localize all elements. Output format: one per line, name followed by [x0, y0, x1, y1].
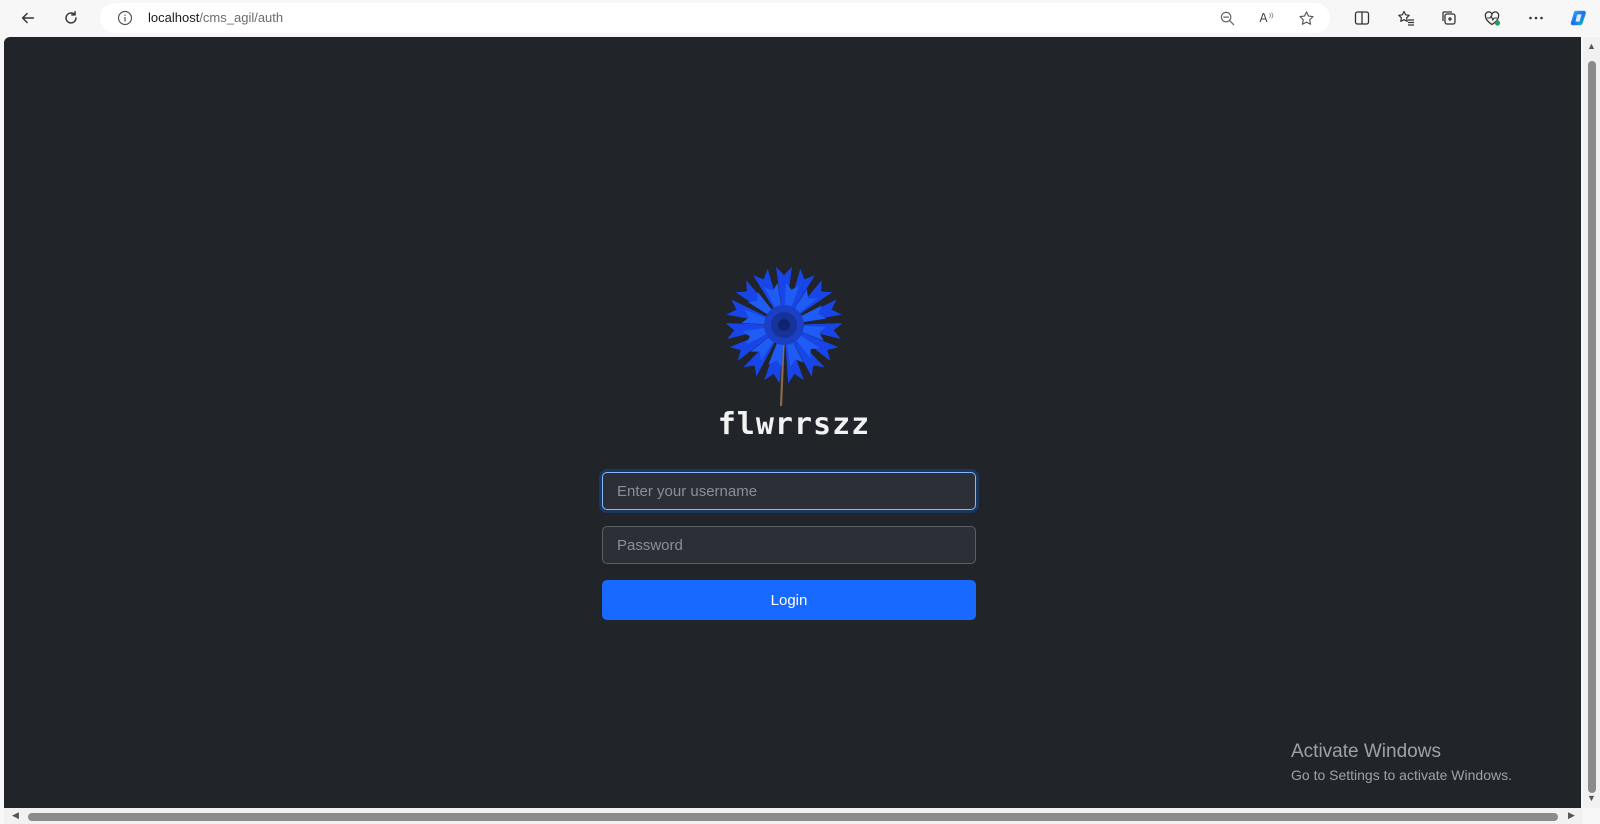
collections-icon[interactable]: [1435, 4, 1463, 32]
username-input[interactable]: [602, 472, 976, 510]
more-icon[interactable]: [1522, 4, 1550, 32]
blue-flower-logo: [725, 267, 843, 407]
star-icon[interactable]: [1296, 8, 1316, 28]
scroll-up-icon[interactable]: ▲: [1586, 41, 1597, 52]
browser-toolbar: localhost/cms_agil/auth A: [0, 0, 1600, 36]
watermark-subtitle: Go to Settings to activate Windows.: [1291, 767, 1512, 783]
brand-name: flwrrszz: [717, 407, 871, 442]
vertical-scroll-thumb[interactable]: [1588, 61, 1596, 793]
watermark-title: Activate Windows: [1291, 741, 1441, 762]
back-arrow-icon[interactable]: [14, 4, 42, 32]
favorites-icon[interactable]: [1392, 4, 1420, 32]
scroll-left-icon[interactable]: ◀: [10, 810, 21, 821]
page-viewport: flwrrszz: [4, 37, 1581, 808]
copilot-icon[interactable]: [1565, 4, 1593, 32]
read-aloud-icon[interactable]: A: [1257, 8, 1277, 28]
login-button[interactable]: Login: [602, 580, 976, 620]
activate-windows-watermark: Activate Windows Go to Settings to activ…: [1291, 741, 1512, 783]
horizontal-scrollbar[interactable]: ◀ ▶: [4, 808, 1583, 824]
zoom-out-icon[interactable]: [1217, 8, 1237, 28]
password-input[interactable]: [602, 526, 976, 564]
info-icon[interactable]: [116, 9, 134, 27]
url-text[interactable]: localhost/cms_agil/auth: [148, 10, 283, 25]
read-aloud-label: A: [1259, 11, 1268, 25]
address-bar[interactable]: localhost/cms_agil/auth A: [100, 3, 1330, 33]
url-path: /cms_agil/auth: [199, 10, 284, 25]
horizontal-scroll-thumb[interactable]: [28, 813, 1558, 821]
url-host: localhost: [148, 10, 200, 25]
refresh-icon[interactable]: [57, 4, 85, 32]
scroll-down-icon[interactable]: ▼: [1586, 793, 1597, 804]
browser-essentials-icon[interactable]: [1478, 4, 1506, 32]
vertical-scrollbar[interactable]: ▲ ▼: [1583, 37, 1600, 808]
scroll-right-icon[interactable]: ▶: [1566, 810, 1577, 821]
split-screen-icon[interactable]: [1348, 4, 1376, 32]
